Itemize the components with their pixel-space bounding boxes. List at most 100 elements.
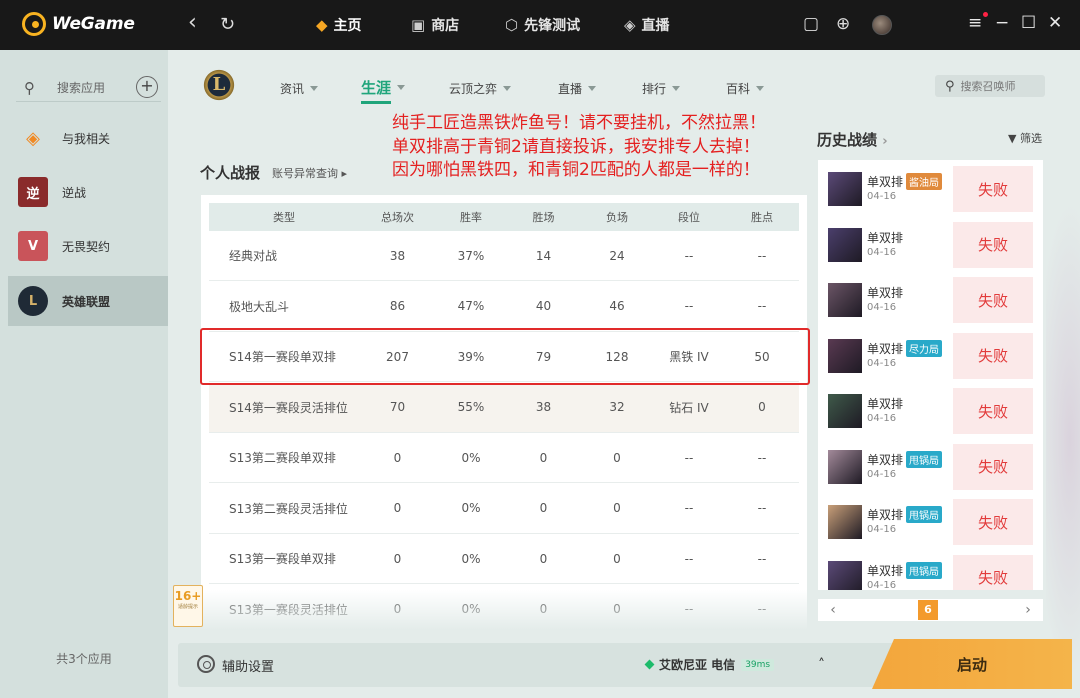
table-cell: -- — [684, 450, 694, 465]
tab-label: 主页 — [333, 18, 362, 34]
subnav-label: 排行 — [642, 82, 667, 96]
tab-pioneer-test[interactable]: ⬡ 先锋测试 — [505, 15, 580, 35]
download-icon[interactable]: ⊕ — [836, 14, 850, 34]
wegame-logo[interactable]: WeGame — [22, 12, 135, 36]
filter-icon: ▼ — [1008, 132, 1017, 145]
match-mode: 单双排 — [867, 286, 904, 300]
subnav-ranking[interactable]: 排行 — [642, 80, 681, 97]
subnav-career[interactable]: 生涯 — [361, 77, 406, 98]
tab-live[interactable]: ◈ 直播 — [624, 15, 670, 35]
list-item[interactable]: 单双排 04-16 失败 — [828, 386, 1033, 436]
sidebar-item-label: 逆战 — [62, 185, 87, 200]
red-notice-text: 纯手工匠造黑铁炸鱼号！请不要挂机，不然拉黑！ 单双排高于青铜2请直接投诉，我安排… — [392, 112, 766, 183]
server-name: 艾欧尼亚 电信 — [659, 658, 736, 672]
age-rating-badge: 16+ 适龄提示 — [173, 585, 203, 627]
gift-icon[interactable]: ▢ — [803, 14, 819, 34]
table-cell: 0 — [539, 450, 548, 465]
subnav-tft[interactable]: 云顶之弈 — [449, 80, 512, 97]
subnav-news[interactable]: 资讯 — [280, 80, 319, 97]
champion-avatar — [828, 560, 862, 590]
summoner-search-placeholder: 搜索召唤师 — [960, 80, 1016, 93]
champion-avatar — [828, 172, 862, 206]
match-date: 04-16 — [867, 413, 897, 424]
tab-store[interactable]: ▣ 商店 — [411, 15, 459, 35]
maximize-icon[interactable]: ☐ — [1021, 13, 1036, 33]
tab-label: 商店 — [431, 18, 460, 34]
add-app-button[interactable]: + — [136, 76, 158, 98]
table-cell: 86 — [389, 299, 406, 313]
launch-button[interactable]: 启动 — [872, 639, 1072, 689]
character-art — [1046, 200, 1080, 680]
table-cell: -- — [757, 551, 767, 566]
current-page[interactable]: 6 — [918, 600, 938, 620]
subnav-wiki[interactable]: 百科 — [726, 80, 765, 97]
sidebar-item-related[interactable]: ◈ 与我相关 — [8, 113, 168, 163]
list-item[interactable]: 单双排 尽力局 04-16 失败 — [828, 331, 1033, 381]
match-result: 失败 — [953, 221, 1033, 268]
table-cell: -- — [757, 450, 767, 465]
avatar[interactable] — [872, 15, 892, 35]
bottom-bar: 辅助设置 艾欧尼亚 电信 39ms ˄ 启动 — [178, 639, 1072, 689]
table-fade — [201, 590, 807, 630]
sidebar-item-lol[interactable]: L 英雄联盟 — [8, 276, 168, 326]
refresh-icon[interactable]: ↻ — [220, 14, 235, 35]
minimize-icon[interactable]: − — [995, 13, 1009, 33]
next-page-button[interactable]: › — [1013, 599, 1043, 621]
chevron-up-icon[interactable]: ˄ — [818, 657, 825, 673]
list-item[interactable]: 单双排 甩锅局 04-16 失败 — [828, 553, 1033, 590]
champion-avatar — [828, 449, 862, 484]
list-item[interactable]: 单双排 甩锅局 04-16 失败 — [828, 497, 1033, 547]
match-result: 失败 — [953, 332, 1033, 379]
table-row: 经典对战 38 37% 14 24 -- -- — [209, 231, 799, 281]
list-item[interactable]: 单双排 酱油局 04-16 失败 — [828, 164, 1033, 214]
account-anomaly-link[interactable]: 账号异常查询 ▸ — [272, 165, 347, 181]
chevron-down-icon — [397, 85, 406, 90]
match-mode: 单双排 — [867, 341, 904, 356]
match-tag: 酱油局 — [906, 173, 942, 190]
tab-home[interactable]: ◆ 主页 — [316, 15, 362, 35]
back-icon[interactable]: ‹ — [188, 10, 197, 35]
highlight-box — [200, 328, 810, 385]
list-item[interactable]: 单双排 04-16 失败 — [828, 275, 1033, 325]
assist-settings-button[interactable]: 辅助设置 — [222, 656, 274, 675]
table-cell: -- — [684, 551, 694, 566]
table-row: S13第二赛段单双排 0 0% 0 0 -- -- — [209, 433, 799, 483]
table-cell: -- — [757, 501, 767, 515]
header-wins: 胜场 — [532, 211, 555, 224]
champion-avatar — [828, 505, 862, 539]
summoner-search[interactable]: ⚲ 搜索召唤师 — [935, 75, 1045, 97]
match-mode: 单双排 — [867, 563, 904, 578]
table-cell: 0% — [461, 501, 481, 515]
server-selector[interactable]: 艾欧尼亚 电信 39ms — [644, 656, 775, 673]
header-total: 总场次 — [381, 211, 414, 224]
subnav-live[interactable]: 直播 — [558, 80, 597, 97]
filter-button[interactable]: ▼ 筛选 — [1008, 130, 1042, 146]
table-cell: 47% — [457, 299, 485, 313]
sidebar-item-valorant[interactable]: V 无畏契约 — [8, 221, 168, 271]
match-date: 04-16 — [867, 191, 897, 202]
age-rating-label: 16+ — [174, 589, 202, 603]
filter-label: 筛选 — [1019, 132, 1042, 145]
header-winrate: 胜率 — [460, 211, 482, 224]
menu-icon[interactable]: ≡ — [968, 13, 982, 33]
subnav-active-indicator — [361, 101, 391, 104]
launch-label: 启动 — [956, 655, 987, 674]
prev-page-button[interactable]: ‹ — [818, 599, 848, 621]
table-cell: 钻石 IV — [669, 400, 709, 415]
table-cell: 0 — [613, 450, 621, 465]
sidebar-item-nizhan[interactable]: 逆 逆战 — [8, 167, 168, 217]
table-cell: 32 — [609, 400, 625, 414]
match-tag: 尽力局 — [906, 339, 942, 357]
gear-icon[interactable] — [197, 655, 215, 673]
shop-icon: ▣ — [411, 16, 426, 34]
close-icon[interactable]: ✕ — [1048, 13, 1062, 33]
match-mode: 单双排 — [867, 230, 904, 245]
stats-table: 类型 总场次 胜率 胜场 负场 段位 胜点 经典对战 38 37% 14 24 -- -- 极… — [201, 195, 807, 630]
notice-line: 纯手工匠造黑铁炸鱼号！请不要挂机，不然拉黑！ — [392, 113, 766, 133]
list-item[interactable]: 单双排 04-16 失败 — [828, 220, 1033, 270]
list-item[interactable]: 单双排 甩锅局 04-16 失败 — [828, 442, 1033, 492]
match-result: 失败 — [953, 554, 1033, 590]
match-mode: 单双排 — [867, 175, 904, 189]
history-title[interactable]: 历史战绩 › — [817, 129, 888, 150]
table-header: 类型 总场次 胜率 胜场 负场 段位 胜点 — [209, 203, 799, 231]
